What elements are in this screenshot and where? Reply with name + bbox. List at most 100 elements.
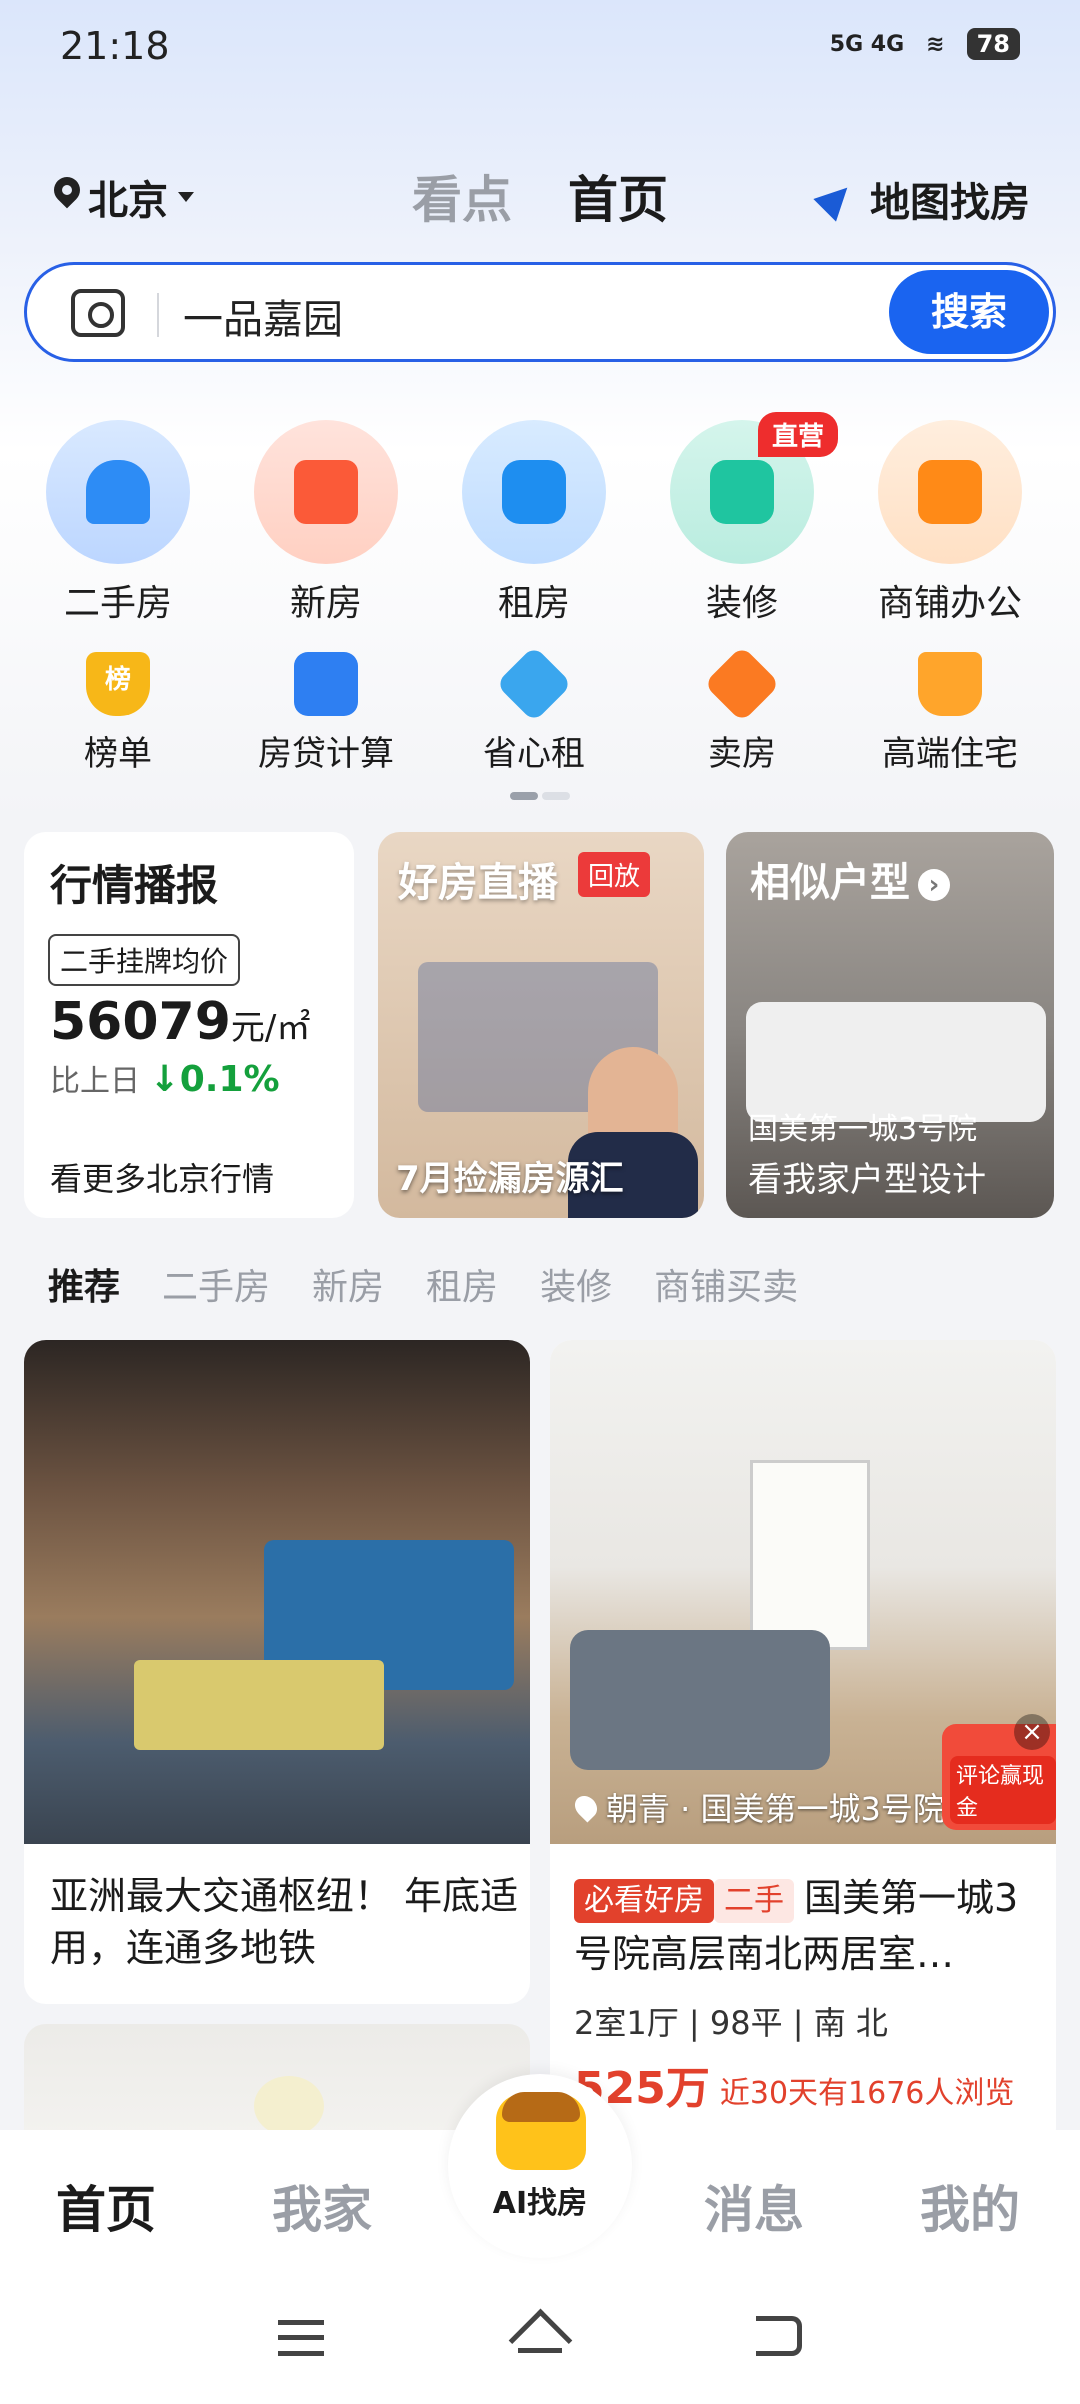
subcategory-label: 卖房 bbox=[708, 734, 776, 774]
tab-decoration[interactable]: 装修 bbox=[540, 1258, 612, 1310]
market-more-link[interactable]: 看更多北京行情 bbox=[50, 1154, 274, 1200]
paint-roller-icon: 直营 bbox=[670, 412, 838, 564]
search-input[interactable]: 一品嘉园 bbox=[183, 287, 343, 345]
system-navigation bbox=[0, 2290, 1080, 2404]
tab-rent[interactable]: 租房 bbox=[426, 1258, 498, 1310]
tab-newhome[interactable]: 新房 bbox=[312, 1258, 384, 1310]
live-title: 好房直播 bbox=[398, 860, 558, 906]
nav-myhome[interactable]: 我家 bbox=[272, 2170, 372, 2242]
direct-badge: 直营 bbox=[757, 412, 838, 457]
listing-image bbox=[24, 1340, 530, 1844]
listing-card[interactable]: 朝青 · 国美第一城3号院 评论赢现金 × 必看好房 二手 国美第一城3号院高层南北… bbox=[550, 1340, 1056, 2150]
feed-card[interactable]: 亚洲最大交通枢纽！ 年底适用，连通多地铁 bbox=[24, 1340, 530, 2004]
map-arrow-icon bbox=[816, 179, 856, 219]
check-cube-icon bbox=[495, 645, 573, 723]
category-secondhand[interactable]: 二手房 bbox=[14, 420, 222, 626]
sofa-icon bbox=[462, 420, 606, 564]
top-tabs: 看点 首页 bbox=[412, 160, 668, 232]
top-navigation: 北京 看点 首页 地图找房 bbox=[0, 150, 1080, 240]
subcategory-ranking[interactable]: 榜 榜单 bbox=[14, 652, 222, 775]
listing-title: 必看好房 二手 国美第一城3号院高层南北两居室… bbox=[574, 1876, 1019, 1976]
chevron-right-icon: › bbox=[918, 869, 950, 901]
subcategory-sell[interactable]: 卖房 bbox=[638, 645, 846, 775]
page-indicator bbox=[510, 792, 570, 800]
subcategory-luxury[interactable]: 高端住宅 bbox=[846, 652, 1054, 775]
search-bar[interactable]: 一品嘉园 搜索 bbox=[24, 262, 1056, 362]
map-search-label: 地图找房 bbox=[870, 180, 1030, 226]
listing-price: 525万 近30天有1676人浏览 bbox=[574, 2063, 1015, 2114]
crown-icon bbox=[918, 652, 982, 716]
map-search-link[interactable]: 地图找房 bbox=[816, 170, 1030, 228]
live-caption: 7月捡漏房源汇 bbox=[396, 1159, 624, 1199]
market-report-card[interactable]: 行情播报 二手挂牌均价 56079元/㎡ 比上日 ↓0.1% 看更多北京行情 bbox=[24, 832, 354, 1218]
subcategory-label: 高端住宅 bbox=[882, 734, 1018, 774]
close-icon[interactable]: × bbox=[1014, 1714, 1050, 1750]
market-compare: 比上日 ↓0.1% bbox=[50, 1059, 280, 1100]
city-selector[interactable]: 北京 bbox=[52, 168, 194, 226]
similar-layout-card[interactable]: 相似户型 › 国美第一城3号院 看我家户型设计 bbox=[726, 832, 1054, 1218]
tab-shop-trade[interactable]: 商铺买卖 bbox=[654, 1258, 798, 1310]
tab-home[interactable]: 首页 bbox=[568, 160, 668, 232]
nav-messages[interactable]: 消息 bbox=[704, 2170, 804, 2242]
subcategory-label: 房贷计算 bbox=[258, 734, 394, 774]
pudding-top bbox=[502, 2092, 580, 2122]
similar-link: 看我家户型设计 bbox=[748, 1160, 986, 1200]
listing-views: 近30天有1676人浏览 bbox=[719, 2076, 1015, 2111]
feed-tabs: 推荐 二手房 新房 租房 装修 商铺买卖 bbox=[48, 1258, 798, 1310]
window-shape bbox=[750, 1460, 870, 1650]
category-decoration[interactable]: 直营 装修 bbox=[638, 412, 846, 626]
location-pin-icon bbox=[570, 1791, 602, 1823]
house-icon bbox=[46, 420, 190, 564]
shop-icon bbox=[878, 420, 1022, 564]
category-newhome[interactable]: 新房 bbox=[222, 420, 430, 626]
status-bar: 21:18 5G 4G ≋ 78 bbox=[0, 0, 1080, 96]
status-icons: 5G 4G ≋ 78 bbox=[830, 28, 1020, 60]
nav-home[interactable]: 首页 bbox=[56, 2170, 156, 2242]
category-label: 租房 bbox=[497, 583, 570, 624]
feed-caption: 亚洲最大交通枢纽！ 年底适用，连通多地铁 bbox=[50, 1874, 519, 1970]
tab-kandian[interactable]: 看点 bbox=[412, 160, 512, 232]
market-price: 56079元/㎡ bbox=[50, 992, 311, 1052]
similar-community: 国美第一城3号院 bbox=[748, 1112, 978, 1147]
city-name: 北京 bbox=[88, 178, 168, 224]
ceiling-lamp-shape bbox=[254, 2076, 324, 2136]
promo-label: 评论赢现金 bbox=[950, 1756, 1056, 1824]
wifi-icon: ≋ bbox=[926, 31, 945, 57]
signal-icon: 5G 4G bbox=[829, 31, 905, 57]
subcategory-label: 省心租 bbox=[483, 734, 585, 774]
tab-recommend[interactable]: 推荐 bbox=[48, 1258, 120, 1310]
battery-icon: 78 bbox=[966, 28, 1020, 60]
market-title: 行情播报 bbox=[50, 861, 219, 910]
live-stream-card[interactable]: 好房直播 回放 7月捡漏房源汇 bbox=[378, 832, 704, 1218]
category-label: 商铺办公 bbox=[877, 583, 1022, 624]
replay-badge: 回放 bbox=[578, 852, 651, 897]
home-icon[interactable] bbox=[512, 2312, 568, 2360]
category-rent[interactable]: 租房 bbox=[430, 420, 638, 626]
location-pin-icon bbox=[52, 177, 82, 217]
subcategory-mortgage-calc[interactable]: 房贷计算 bbox=[222, 652, 430, 775]
camera-icon[interactable] bbox=[71, 289, 125, 337]
category-label: 新房 bbox=[289, 583, 362, 624]
nav-me[interactable]: 我的 bbox=[920, 2170, 1020, 2242]
table-shape bbox=[134, 1660, 384, 1750]
similar-title: 相似户型 › bbox=[750, 850, 950, 908]
market-tag: 二手挂牌均价 bbox=[48, 934, 241, 986]
category-label: 装修 bbox=[705, 583, 778, 624]
listing-spec: 2室1厅 | 98平 | 南 北 bbox=[574, 2004, 888, 2042]
search-button[interactable]: 搜索 bbox=[889, 270, 1049, 354]
listing-location: 朝青 · 国美第一城3号院 bbox=[570, 1784, 945, 1830]
nav-ai-search[interactable]: AI找房 bbox=[448, 2074, 632, 2258]
back-icon[interactable] bbox=[756, 2316, 802, 2356]
sofa-shape bbox=[570, 1630, 830, 1770]
building-icon bbox=[254, 420, 398, 564]
chevron-down-icon bbox=[178, 192, 194, 202]
category-shop-office[interactable]: 商铺办公 bbox=[846, 420, 1054, 626]
category-label: 二手房 bbox=[63, 583, 172, 624]
subcategory-easy-rent[interactable]: 省心租 bbox=[430, 645, 638, 775]
secondhand-badge: 二手 bbox=[714, 1878, 794, 1923]
trophy-icon: 榜 bbox=[86, 652, 150, 716]
ai-search-label: AI找房 bbox=[492, 2186, 588, 2221]
menu-icon[interactable] bbox=[278, 2320, 324, 2356]
tab-secondhand[interactable]: 二手房 bbox=[162, 1258, 270, 1310]
status-time: 21:18 bbox=[60, 24, 170, 68]
